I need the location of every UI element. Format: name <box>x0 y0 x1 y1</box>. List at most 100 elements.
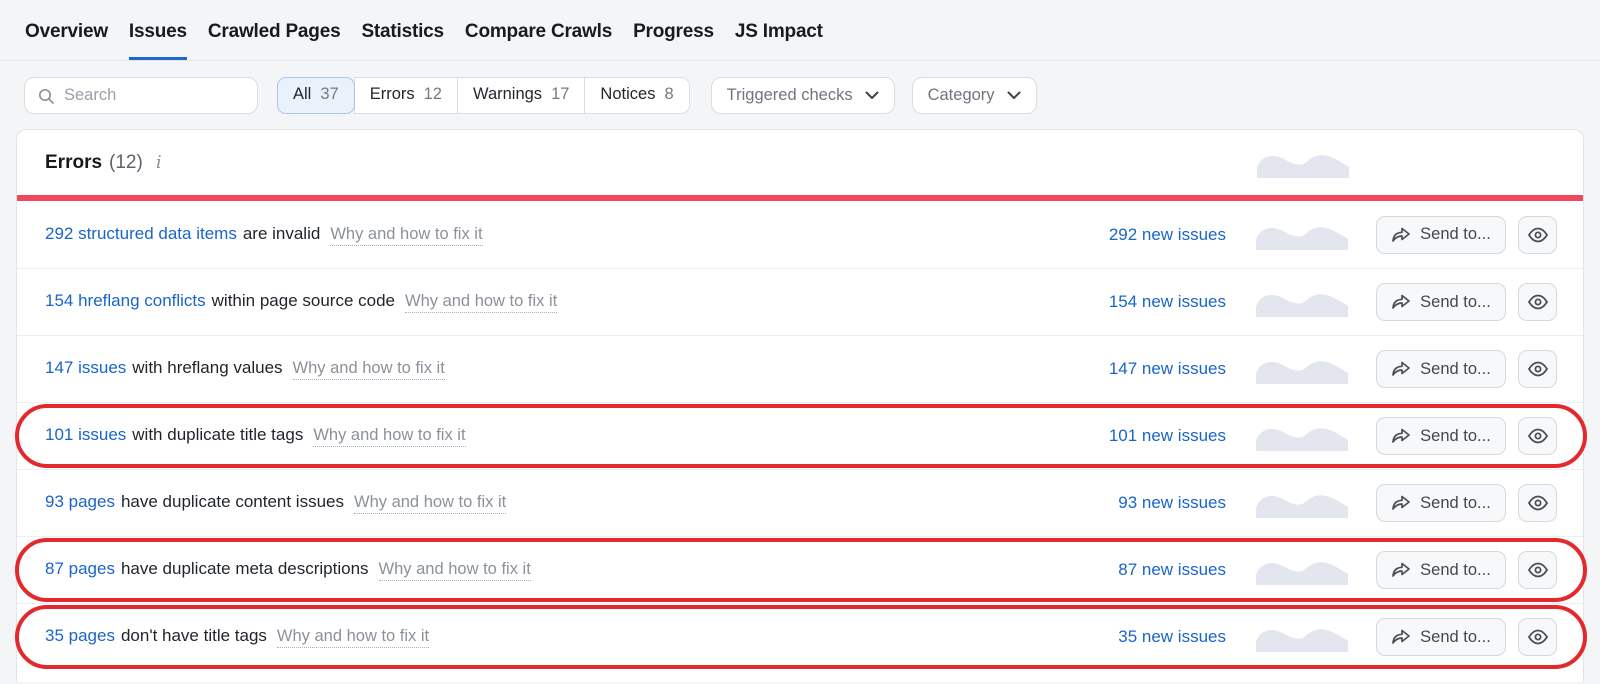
trend-sparkline <box>1256 220 1348 250</box>
tab-compare-crawls[interactable]: Compare Crawls <box>465 0 612 60</box>
issue-row: 154 hreflang conflicts within page sourc… <box>17 268 1583 335</box>
why-how-to-fix-link[interactable]: Why and how to fix it <box>293 359 445 380</box>
issue-description: with duplicate title tags <box>132 425 303 445</box>
why-how-to-fix-link[interactable]: Why and how to fix it <box>379 560 531 581</box>
eye-icon <box>1527 492 1549 514</box>
new-issues-link[interactable]: 147 new issues <box>1076 359 1226 379</box>
filter-bar: All 37 Errors 12 Warnings 17 Notices 8 T… <box>0 61 1600 129</box>
send-to-label: Send to... <box>1420 561 1491 580</box>
eye-icon <box>1527 291 1549 313</box>
issue-row: 147 issues with hreflang values Why and … <box>17 335 1583 402</box>
filter-all[interactable]: All 37 <box>277 77 355 114</box>
search-input[interactable] <box>64 86 245 105</box>
send-to-button[interactable]: Send to... <box>1376 216 1506 254</box>
new-issues-link[interactable]: 154 new issues <box>1076 292 1226 312</box>
why-how-to-fix-link[interactable]: Why and how to fix it <box>354 493 506 514</box>
issue-row: 101 issues with duplicate title tags Why… <box>17 402 1583 469</box>
tab-crawled-pages[interactable]: Crawled Pages <box>208 0 341 60</box>
issues-list: 292 structured data items are invalid Wh… <box>17 201 1583 670</box>
issue-count-link[interactable]: 87 pages <box>45 559 115 579</box>
send-to-label: Send to... <box>1420 427 1491 446</box>
issue-row: 292 structured data items are invalid Wh… <box>17 201 1583 268</box>
issue-description: within page source code <box>212 291 395 311</box>
issue-count-link[interactable]: 93 pages <box>45 492 115 512</box>
send-to-label: Send to... <box>1420 494 1491 513</box>
send-to-button[interactable]: Send to... <box>1376 417 1506 455</box>
issue-row: 87 pages have duplicate meta description… <box>17 536 1583 603</box>
send-to-button[interactable]: Send to... <box>1376 618 1506 656</box>
trend-sparkline <box>1256 488 1348 518</box>
issue-count-link[interactable]: 147 issues <box>45 358 126 378</box>
top-navigation: Overview Issues Crawled Pages Statistics… <box>0 0 1600 61</box>
tab-progress[interactable]: Progress <box>633 0 714 60</box>
filter-errors-count: 12 <box>424 85 442 104</box>
issue-count-link[interactable]: 292 structured data items <box>45 224 237 244</box>
filter-notices-label: Notices <box>600 85 655 104</box>
trend-sparkline <box>1256 354 1348 384</box>
category-label: Category <box>928 86 995 105</box>
hide-issue-button[interactable] <box>1518 283 1557 321</box>
issue-description: have duplicate content issues <box>121 492 344 512</box>
forward-arrow-icon <box>1391 360 1411 378</box>
why-how-to-fix-link[interactable]: Why and how to fix it <box>405 292 557 313</box>
filter-warnings-count: 17 <box>551 85 569 104</box>
forward-arrow-icon <box>1391 226 1411 244</box>
send-to-button[interactable]: Send to... <box>1376 350 1506 388</box>
filter-all-count: 37 <box>320 85 338 104</box>
severity-filter: All 37 Errors 12 Warnings 17 Notices 8 <box>277 77 690 114</box>
hide-issue-button[interactable] <box>1518 618 1557 656</box>
why-how-to-fix-link[interactable]: Why and how to fix it <box>277 627 429 648</box>
hide-issue-button[interactable] <box>1518 417 1557 455</box>
trend-sparkline <box>1256 421 1348 451</box>
send-to-button[interactable]: Send to... <box>1376 283 1506 321</box>
send-to-label: Send to... <box>1420 225 1491 244</box>
new-issues-link[interactable]: 292 new issues <box>1076 225 1226 245</box>
issue-count-link[interactable]: 101 issues <box>45 425 126 445</box>
hide-issue-button[interactable] <box>1518 551 1557 589</box>
why-how-to-fix-link[interactable]: Why and how to fix it <box>330 225 482 246</box>
issue-description: have duplicate meta descriptions <box>121 559 369 579</box>
eye-icon <box>1527 425 1549 447</box>
category-dropdown[interactable]: Category <box>912 77 1037 114</box>
info-icon[interactable]: i <box>156 152 162 173</box>
filter-notices-count: 8 <box>664 85 673 104</box>
search-icon <box>37 87 55 105</box>
eye-icon <box>1527 559 1549 581</box>
forward-arrow-icon <box>1391 427 1411 445</box>
new-issues-link[interactable]: 93 new issues <box>1076 493 1226 513</box>
hide-issue-button[interactable] <box>1518 350 1557 388</box>
issue-count-link[interactable]: 154 hreflang conflicts <box>45 291 206 311</box>
panel-count: (12) <box>109 152 143 174</box>
errors-panel-header: Errors (12) i <box>17 130 1583 195</box>
filter-notices[interactable]: Notices 8 <box>584 77 689 114</box>
hide-issue-button[interactable] <box>1518 484 1557 522</box>
trend-sparkline <box>1257 148 1349 178</box>
new-issues-link[interactable]: 35 new issues <box>1076 627 1226 647</box>
filter-warnings-label: Warnings <box>473 85 542 104</box>
issue-description: don't have title tags <box>121 626 267 646</box>
triggered-checks-dropdown[interactable]: Triggered checks <box>711 77 895 114</box>
issue-description: with hreflang values <box>132 358 282 378</box>
send-to-label: Send to... <box>1420 360 1491 379</box>
filter-errors[interactable]: Errors 12 <box>354 77 458 114</box>
new-issues-link[interactable]: 87 new issues <box>1076 560 1226 580</box>
new-issues-link[interactable]: 101 new issues <box>1076 426 1226 446</box>
trend-sparkline <box>1256 287 1348 317</box>
send-to-label: Send to... <box>1420 293 1491 312</box>
why-how-to-fix-link[interactable]: Why and how to fix it <box>313 426 465 447</box>
tab-overview[interactable]: Overview <box>25 0 108 60</box>
filter-errors-label: Errors <box>370 85 415 104</box>
tab-js-impact[interactable]: JS Impact <box>735 0 823 60</box>
issue-count-link[interactable]: 35 pages <box>45 626 115 646</box>
eye-icon <box>1527 626 1549 648</box>
forward-arrow-icon <box>1391 494 1411 512</box>
tab-statistics[interactable]: Statistics <box>361 0 443 60</box>
send-to-button[interactable]: Send to... <box>1376 484 1506 522</box>
issue-description: are invalid <box>243 224 321 244</box>
tab-issues[interactable]: Issues <box>129 0 187 60</box>
hide-issue-button[interactable] <box>1518 216 1557 254</box>
filter-warnings[interactable]: Warnings 17 <box>457 77 585 114</box>
issue-row: 93 pages have duplicate content issues W… <box>17 469 1583 536</box>
send-to-button[interactable]: Send to... <box>1376 551 1506 589</box>
search-box[interactable] <box>24 77 258 114</box>
